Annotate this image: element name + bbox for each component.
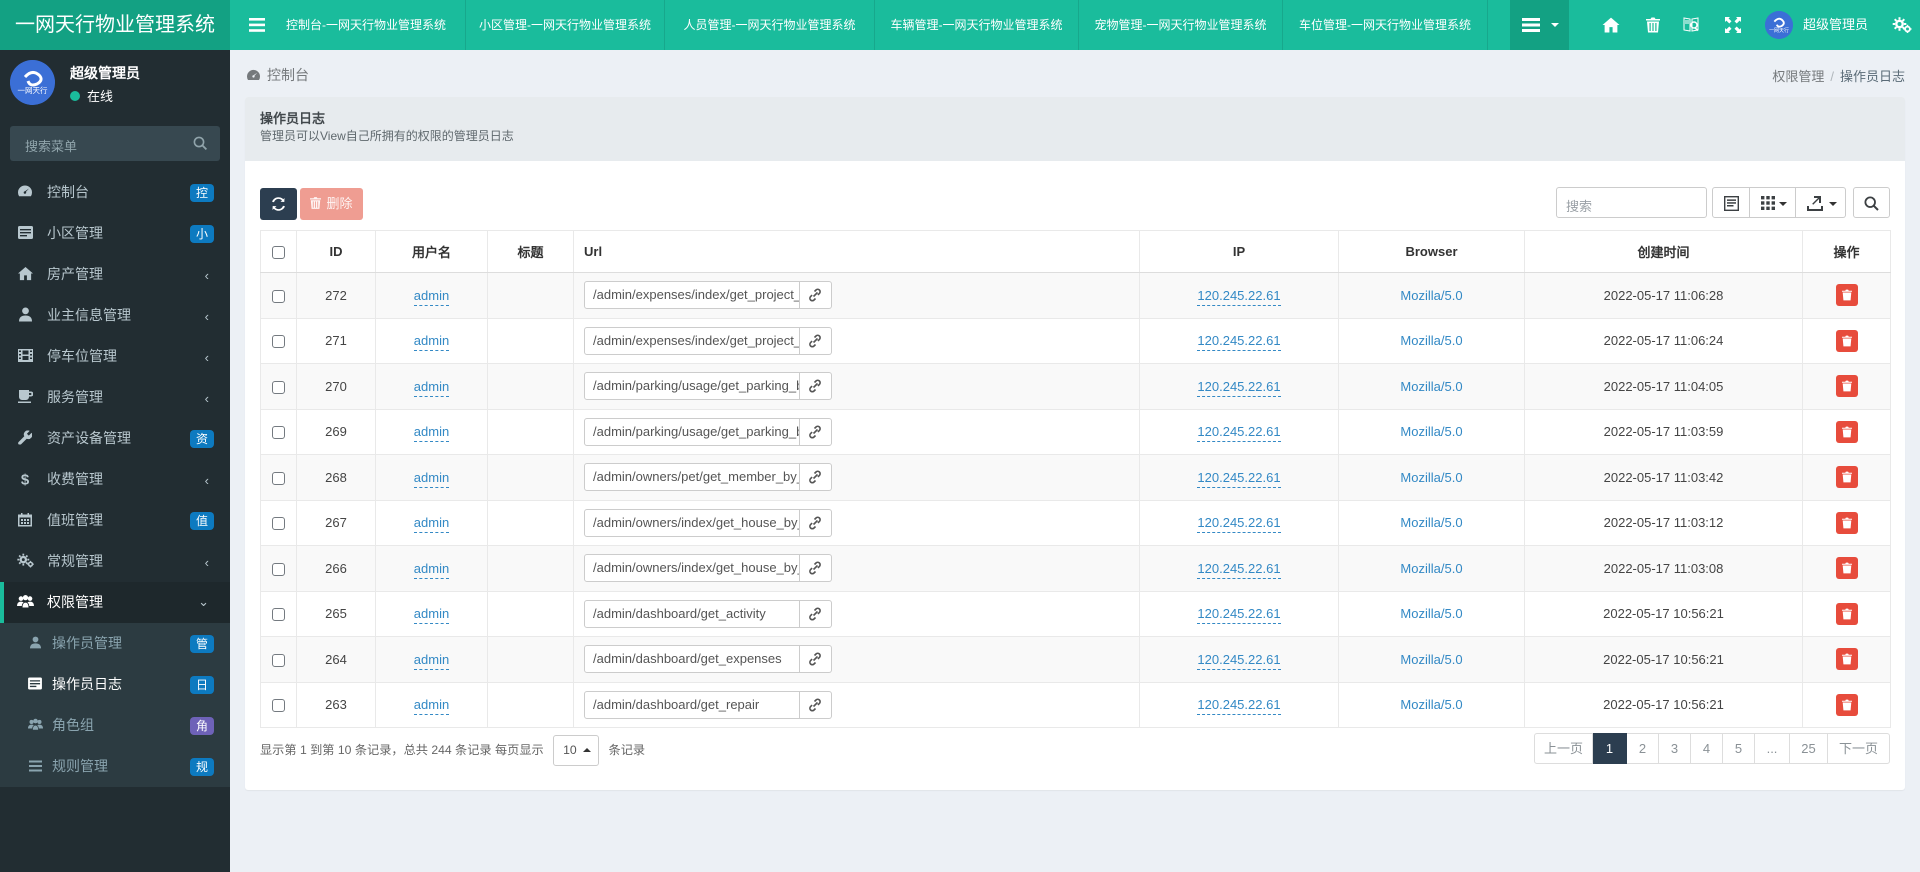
- svg-text:一网天行: 一网天行: [18, 85, 48, 95]
